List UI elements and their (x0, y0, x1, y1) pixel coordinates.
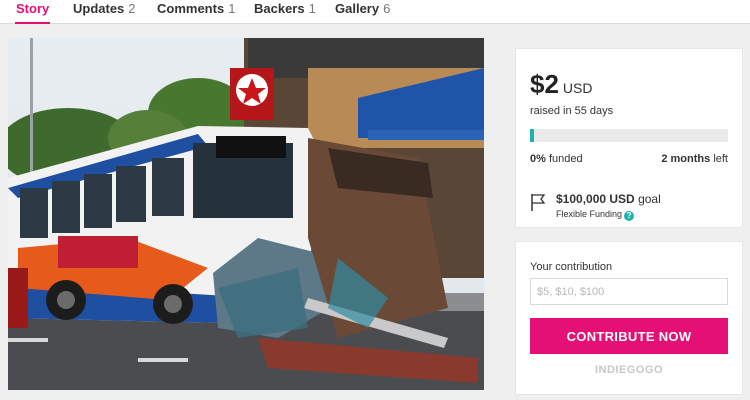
contribution-label: Your contribution (530, 261, 613, 273)
contribute-now-button[interactable]: CONTRIBUTE NOW (530, 318, 728, 354)
tab-comments-label: Comments (157, 1, 225, 16)
indiegogo-logo: INDIEGOGO (594, 364, 664, 376)
tab-gallery-count: 6 (383, 1, 391, 16)
amount-raised: $2 USD (530, 69, 592, 100)
tab-gallery-label: Gallery (335, 1, 380, 16)
funding-goal: $100,000 USD goal (556, 192, 661, 206)
contribution-card: Your contribution CONTRIBUTE NOW INDIEGO… (515, 241, 743, 395)
question-icon[interactable]: ? (624, 211, 635, 221)
campaign-tabs: Story Updates 2 Comments 1 Backers 1 Galler… (0, 0, 750, 24)
tab-updates-count: 2 (128, 1, 136, 16)
goal-label: goal (638, 192, 661, 206)
funding-progress-fill (530, 129, 534, 142)
funding-progress-bar (530, 129, 728, 142)
tab-updates[interactable]: Updates 2 (73, 0, 136, 24)
tab-story[interactable]: Story (15, 0, 51, 24)
tab-comments[interactable]: Comments 1 (157, 0, 235, 24)
flag-icon (530, 192, 546, 217)
amount-value: $2 (530, 69, 559, 99)
funding-summary-card: $2 USD raised in 55 days 0% funded 2 mont… (515, 48, 743, 228)
funded-percent: 0% funded (530, 153, 583, 165)
tab-story-label: Story (16, 1, 50, 16)
amount-currency: USD (562, 80, 593, 96)
goal-amount: $100,000 USD (556, 192, 635, 206)
time-left: 2 months left (661, 153, 728, 165)
funded-percent-label: funded (548, 153, 583, 165)
campaign-media[interactable] (8, 38, 484, 390)
tab-backers-count: 1 (308, 1, 316, 16)
time-left-label: left (713, 153, 728, 165)
tab-backers[interactable]: Backers 1 (254, 0, 316, 24)
bus-crash-photo (8, 38, 484, 390)
contribution-input[interactable] (530, 278, 728, 305)
funded-percent-value: 0% (530, 153, 546, 165)
tab-comments-count: 1 (228, 1, 236, 16)
funding-type-label: Flexible Funding (556, 209, 623, 219)
time-left-value: 2 months (661, 153, 711, 165)
funding-type: Flexible Funding? (556, 209, 635, 221)
tab-updates-label: Updates (73, 1, 125, 16)
tab-gallery[interactable]: Gallery 6 (335, 0, 390, 24)
tab-backers-label: Backers (254, 1, 305, 16)
raised-duration: raised in 55 days (530, 105, 614, 117)
